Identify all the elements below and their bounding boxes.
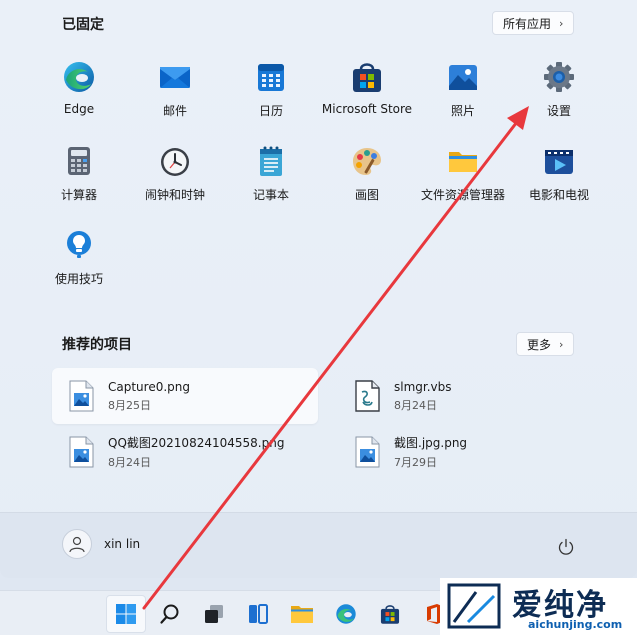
paint-icon	[350, 144, 384, 178]
pinned-app-tips[interactable]: 使用技巧	[31, 224, 127, 294]
avatar	[62, 529, 92, 559]
recommended-item-name: Capture0.png	[108, 379, 191, 394]
recommended-item-date: 7月29日	[394, 456, 437, 469]
more-label: 更多	[527, 337, 552, 352]
all-apps-button[interactable]: 所有应用 ›	[492, 11, 575, 35]
photos-icon	[446, 60, 480, 94]
image-file-icon	[69, 436, 94, 468]
app-label: 照片	[450, 104, 475, 118]
recommended-item-date: 8月24日	[108, 456, 151, 469]
pinned-app-photos[interactable]: 照片	[415, 56, 511, 126]
pinned-app-calculator[interactable]: 计算器	[31, 140, 127, 210]
pinned-app-settings[interactable]: 设置	[511, 56, 607, 126]
taskbar-search-button[interactable]	[150, 595, 190, 633]
calendar-icon	[254, 60, 288, 94]
task-view-button[interactable]	[194, 595, 234, 633]
recommended-item-date: 8月24日	[394, 398, 437, 412]
edge-icon	[336, 604, 356, 624]
image-file-icon	[69, 380, 94, 412]
pinned-title: 已固定	[62, 17, 104, 33]
store-icon	[380, 605, 400, 624]
chevron-right-icon: ›	[559, 16, 564, 30]
app-label: 使用技巧	[54, 272, 103, 286]
settings-icon	[542, 60, 576, 94]
app-label: 文件资源管理器	[420, 188, 505, 202]
app-label: 闹钟和时钟	[144, 188, 205, 202]
task-view-icon	[205, 605, 223, 623]
power-icon	[558, 538, 574, 555]
app-label: 记事本	[252, 188, 289, 202]
app-label: 设置	[546, 104, 571, 118]
app-label: 邮件	[162, 104, 187, 118]
search-icon	[160, 604, 179, 624]
recommended-item[interactable]: Capture0.png 8月25日	[52, 368, 318, 424]
alarm-clock-icon	[158, 144, 192, 178]
more-button[interactable]: 更多 ›	[516, 332, 575, 356]
start-button[interactable]	[106, 595, 146, 633]
recommended-item-name: 截图.jpg.png	[394, 436, 468, 450]
recommended-item-name: QQ截图20210824104558.png	[108, 436, 285, 450]
pinned-app-alarm-clock[interactable]: 闹钟和时钟	[127, 140, 223, 210]
recommended-item[interactable]: 截图.jpg.png 7月29日	[338, 424, 604, 480]
recommended-item[interactable]: QQ截图20210824104558.png 8月24日	[52, 424, 318, 480]
taskbar-store-button[interactable]	[370, 595, 410, 633]
power-button[interactable]	[552, 533, 580, 561]
pinned-app-calendar[interactable]: 日历	[223, 56, 319, 126]
script-file-icon	[355, 380, 380, 412]
start-menu: 已固定 所有应用 › Edge 邮件 日历 Microsoft Store 照片…	[0, 0, 637, 578]
watermark-url: aichunjing.com	[528, 618, 623, 631]
image-file-icon	[355, 436, 380, 468]
app-label: Microsoft Store	[321, 102, 413, 116]
pinned-app-movies-tv[interactable]: 电影和电视	[511, 140, 607, 210]
app-label: 计算器	[60, 188, 97, 202]
chevron-right-icon: ›	[559, 337, 564, 351]
recommended-title: 推荐的项目	[62, 337, 132, 353]
recommended-item-name: slmgr.vbs	[394, 379, 452, 394]
movies-tv-icon	[542, 144, 576, 178]
file-explorer-icon	[446, 144, 480, 178]
tips-icon	[62, 228, 96, 262]
pinned-app-mail[interactable]: 邮件	[127, 56, 223, 126]
file-explorer-icon	[291, 606, 313, 623]
user-icon	[69, 536, 85, 553]
widgets-icon	[249, 604, 268, 624]
taskbar-edge-button[interactable]	[326, 595, 366, 633]
app-label: 画图	[354, 188, 379, 202]
app-label: Edge	[63, 102, 95, 116]
pinned-app-edge[interactable]: Edge	[31, 56, 127, 126]
widgets-button[interactable]	[238, 595, 278, 633]
user-name: xin lin	[104, 537, 141, 551]
app-label: 日历	[258, 104, 283, 118]
app-label: 电影和电视	[528, 188, 589, 202]
watermark-logo-icon	[447, 583, 501, 629]
pinned-app-notepad[interactable]: 记事本	[223, 140, 319, 210]
pinned-app-file-explorer[interactable]: 文件资源管理器	[415, 140, 511, 210]
user-account-button[interactable]: xin lin	[62, 529, 140, 559]
windows-logo-icon	[116, 604, 136, 624]
store-icon	[350, 60, 384, 94]
pinned-app-store[interactable]: Microsoft Store	[318, 56, 416, 126]
edge-icon	[62, 60, 96, 94]
pinned-app-paint[interactable]: 画图	[318, 140, 416, 210]
notepad-icon	[254, 144, 288, 178]
calculator-icon	[62, 144, 96, 178]
start-footer: xin lin	[0, 512, 637, 578]
taskbar-file-explorer-button[interactable]	[282, 595, 322, 633]
all-apps-label: 所有应用	[503, 16, 552, 31]
recommended-item[interactable]: slmgr.vbs 8月24日	[338, 368, 604, 424]
mail-icon	[158, 60, 192, 94]
recommended-item-date: 8月25日	[108, 398, 151, 412]
watermark: 爱纯净 aichunjing.com	[440, 578, 637, 635]
